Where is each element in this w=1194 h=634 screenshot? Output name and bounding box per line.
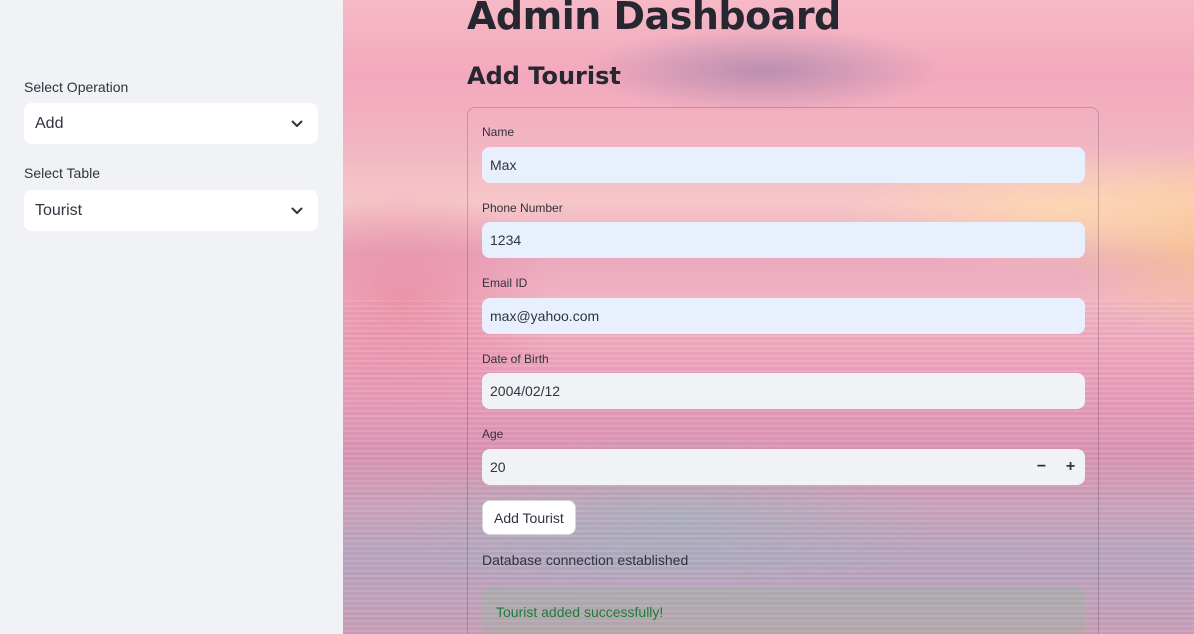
phone-input[interactable]: [482, 222, 1085, 258]
sidebar: Select Operation Add Select Table Touris…: [0, 0, 343, 634]
select-table-dropdown[interactable]: Tourist: [24, 190, 318, 231]
select-operation-value: Add: [35, 114, 64, 132]
email-label: Email ID: [482, 276, 528, 290]
page-title: Admin Dashboard: [467, 0, 841, 38]
name-input[interactable]: [482, 147, 1085, 183]
form-title: Add Tourist: [467, 62, 621, 90]
main-content: Admin Dashboard Add Tourist Name Phone N…: [343, 0, 1194, 634]
add-tourist-button[interactable]: Add Tourist: [482, 500, 576, 535]
chevron-down-icon: [291, 120, 303, 127]
select-operation-dropdown[interactable]: Add: [24, 103, 318, 144]
minus-icon[interactable]: −: [1027, 449, 1056, 485]
age-input[interactable]: 20: [482, 459, 1027, 475]
select-table-value: Tourist: [35, 201, 83, 219]
name-label: Name: [482, 125, 515, 139]
success-alert: Tourist added successfully!: [482, 587, 1085, 634]
chevron-down-icon: [291, 207, 303, 214]
age-label: Age: [482, 427, 504, 441]
date-of-birth-input[interactable]: [482, 373, 1085, 409]
age-stepper: 20 − +: [482, 449, 1085, 485]
dob-label: Date of Birth: [482, 352, 549, 366]
plus-icon[interactable]: +: [1056, 449, 1085, 485]
connection-status-text: Database connection established: [482, 552, 689, 568]
select-table-label: Select Table: [24, 165, 101, 181]
select-operation-label: Select Operation: [24, 79, 129, 95]
phone-label: Phone Number: [482, 201, 563, 215]
email-input[interactable]: [482, 298, 1085, 334]
add-tourist-form: Name Phone Number Email ID Date of Birth…: [467, 107, 1099, 634]
